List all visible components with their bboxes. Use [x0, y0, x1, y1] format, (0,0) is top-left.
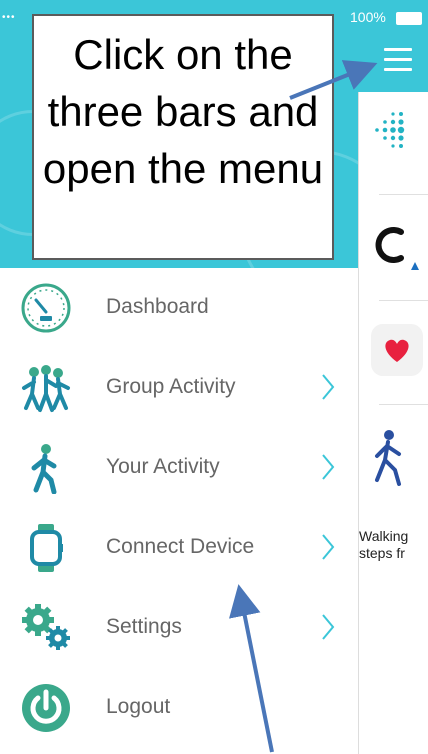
signal-dots: •••	[2, 12, 16, 23]
chevron-right-icon	[322, 614, 335, 640]
instruction-text: Click on the three bars and open the men…	[42, 31, 324, 192]
activity-snippet-line1: Walking	[359, 528, 409, 544]
app-c-logo-icon[interactable]	[369, 220, 419, 270]
menu-item-connect-device[interactable]: Connect Device	[0, 508, 358, 588]
side-menu: Dashboard Group Activity Your Activity C…	[0, 268, 358, 754]
menu-item-your-activity[interactable]: Your Activity	[0, 428, 358, 508]
menu-label-group-activity: Group Activity	[106, 375, 236, 398]
health-app-icon[interactable]	[371, 324, 423, 376]
divider	[379, 194, 428, 195]
battery-icon	[396, 12, 422, 25]
menu-item-settings[interactable]: Settings	[0, 588, 358, 668]
group-activity-icon	[22, 365, 70, 412]
menu-label-dashboard: Dashboard	[106, 295, 209, 318]
chevron-right-icon	[322, 374, 335, 400]
menu-item-dashboard[interactable]: Dashboard	[0, 268, 358, 348]
dashboard-gauge-icon	[21, 283, 71, 333]
smartwatch-icon	[30, 524, 63, 572]
chevron-right-icon	[322, 454, 335, 480]
power-icon	[22, 684, 70, 732]
divider	[379, 404, 428, 405]
activity-snippet-line2: steps fr	[359, 545, 405, 561]
gears-icon	[22, 604, 70, 650]
battery-percentage: 100%	[350, 9, 386, 25]
walking-person-icon	[375, 430, 401, 486]
fitbit-logo-icon[interactable]	[371, 110, 411, 150]
chevron-right-icon	[322, 534, 335, 560]
menu-label-logout: Logout	[106, 695, 171, 718]
menu-label-connect-device: Connect Device	[106, 535, 255, 558]
menu-label-settings: Settings	[106, 615, 182, 638]
menu-label-your-activity: Your Activity	[106, 455, 220, 478]
menu-item-logout[interactable]: Logout	[0, 668, 358, 748]
main-content-panel: Walking steps fr	[358, 92, 428, 754]
divider	[379, 300, 428, 301]
walking-person-icon	[31, 444, 57, 494]
menu-item-group-activity[interactable]: Group Activity	[0, 348, 358, 428]
heart-icon	[385, 339, 409, 362]
instruction-callout: Click on the three bars and open the men…	[32, 14, 334, 260]
hamburger-menu-icon[interactable]	[384, 48, 412, 72]
